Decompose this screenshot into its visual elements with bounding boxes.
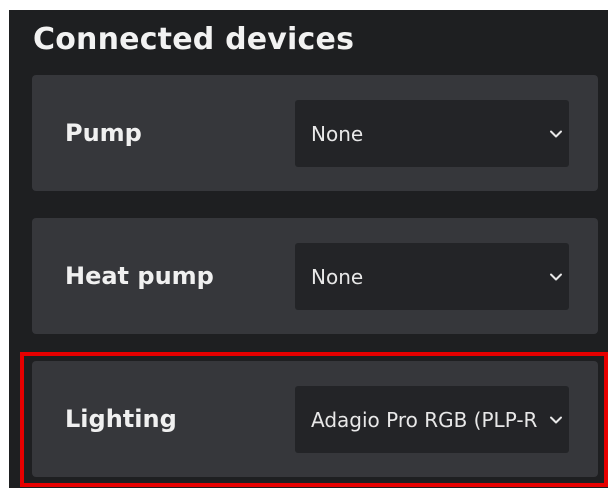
heat-pump-select[interactable]: None	[295, 243, 569, 310]
lighting-select[interactable]: Adagio Pro RGB (PLP-R	[295, 386, 569, 453]
device-row-pump: Pump None	[32, 75, 598, 191]
section-title: Connected devices	[33, 22, 355, 57]
chevron-down-icon	[550, 416, 562, 423]
pump-select[interactable]: None	[295, 100, 569, 167]
connected-devices-panel: Connected devices Pump None Heat pump No…	[9, 10, 608, 488]
device-row-lighting: Lighting Adagio Pro RGB (PLP-R	[32, 361, 598, 477]
device-label: Heat pump	[65, 262, 214, 290]
device-label: Pump	[65, 119, 142, 147]
select-value: None	[311, 121, 364, 146]
select-value: Adagio Pro RGB (PLP-R	[311, 407, 538, 432]
select-value: None	[311, 264, 364, 289]
device-row-heat-pump: Heat pump None	[32, 218, 598, 334]
chevron-down-icon	[550, 273, 562, 280]
device-label: Lighting	[65, 405, 177, 433]
chevron-down-icon	[550, 130, 562, 137]
